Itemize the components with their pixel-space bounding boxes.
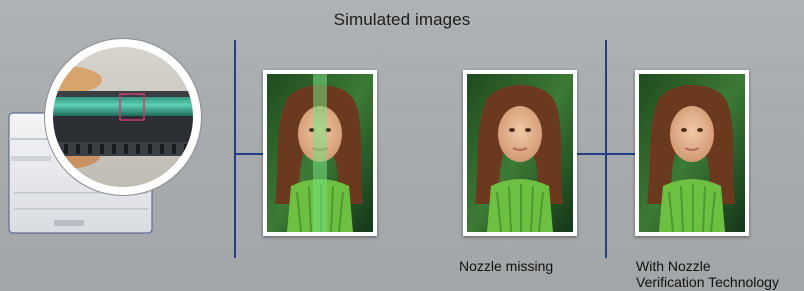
diagram-title: Simulated images — [333, 10, 471, 29]
caption-line-2: Verification Technology — [636, 274, 779, 290]
diagram-stage: Simulated images Nozzle missing With Noz… — [0, 0, 804, 291]
connector-horizontal-right — [577, 153, 637, 155]
magnifier-closeup — [42, 36, 204, 198]
caption-line-1: With Nozzle — [636, 258, 711, 274]
simulated-photo-banding — [263, 70, 377, 236]
caption-nozzle-missing: Nozzle missing — [459, 258, 554, 274]
simulated-photo-with-verification — [635, 70, 749, 236]
connector-vertical-right — [605, 40, 607, 258]
connector-horizontal-left — [234, 153, 264, 155]
connector-vertical-left — [234, 40, 236, 258]
caption-with-nozzle-verification: With Nozzle Verification Technology — [636, 258, 779, 290]
simulated-photo-nozzle-missing — [463, 70, 577, 236]
